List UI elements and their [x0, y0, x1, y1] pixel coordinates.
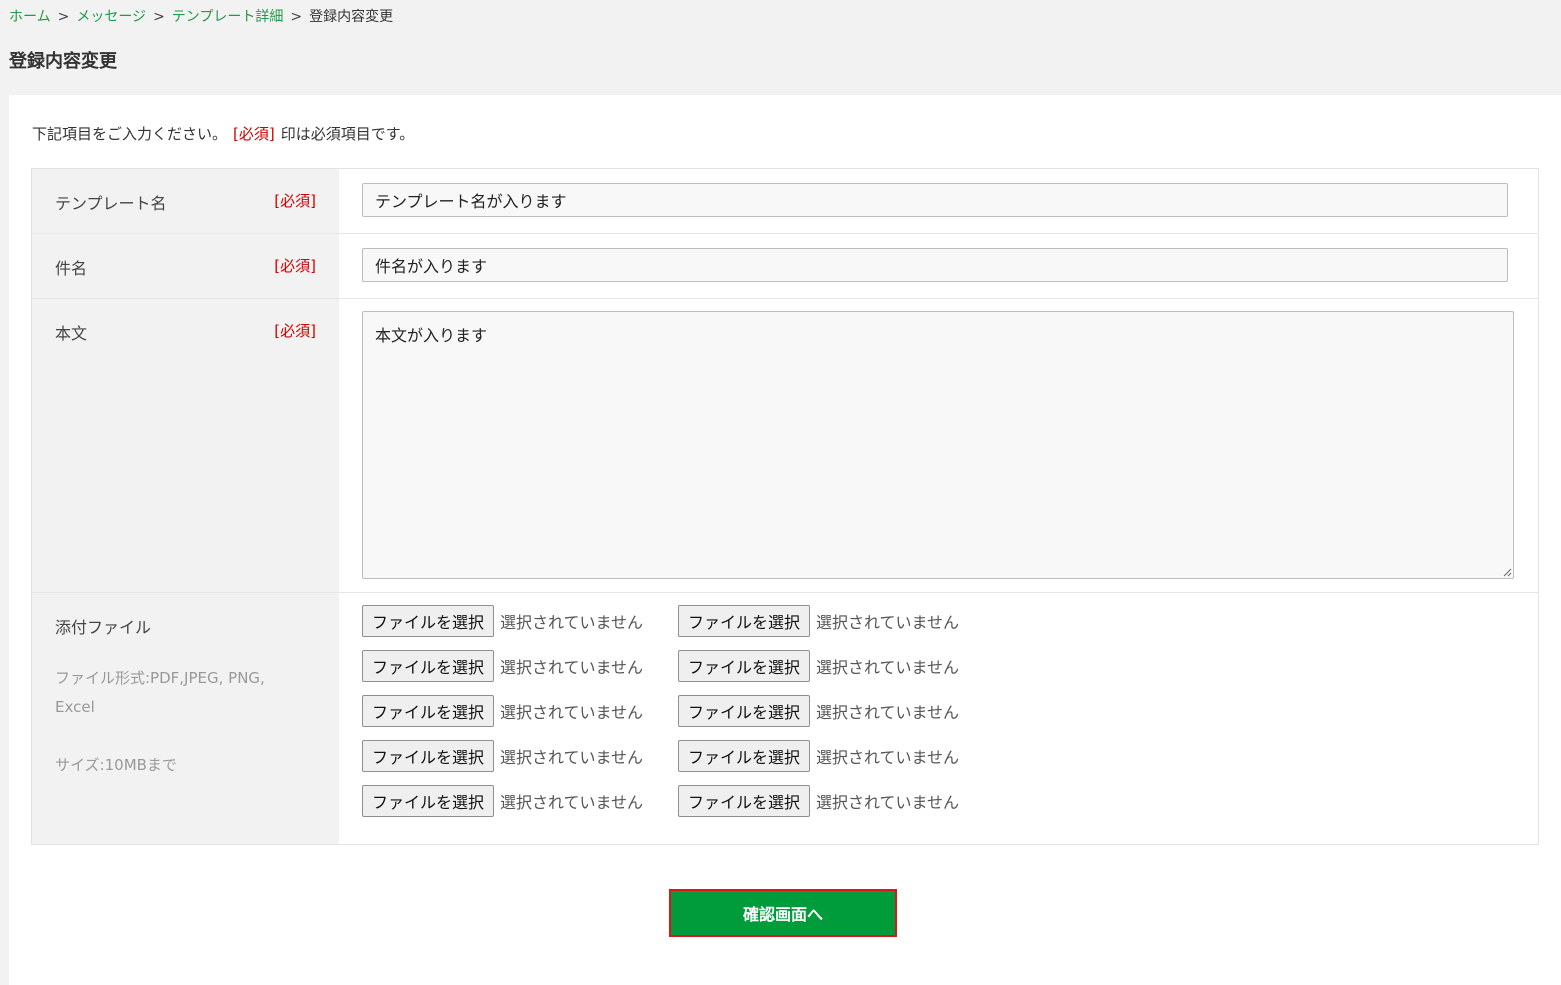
file-input: ファイルを選択 選択されていません: [362, 740, 678, 772]
template-name-input[interactable]: [362, 183, 1508, 217]
attachments-row: 添付ファイル ファイル形式:PDF,JPEG, PNG, Excel サイズ:1…: [32, 593, 1538, 844]
file-input: ファイルを選択 選択されていません: [362, 650, 678, 682]
choose-file-button[interactable]: ファイルを選択: [362, 740, 495, 772]
page-title: 登録内容変更: [9, 51, 117, 72]
choose-file-button[interactable]: ファイルを選択: [678, 740, 811, 772]
breadcrumb-separator: >: [57, 9, 70, 25]
file-status: 選択されていません: [500, 703, 644, 722]
required-badge: [必須]: [274, 322, 316, 340]
file-input-row: ファイルを選択 選択されていません ファイルを選択 選択されていません: [362, 650, 994, 695]
file-status: 選択されていません: [500, 658, 644, 677]
choose-file-button[interactable]: ファイルを選択: [362, 650, 495, 682]
form-table: テンプレート名 [必須] 件名 [必須] 本文 [必須] 本文が入ります: [31, 168, 1539, 845]
file-input: ファイルを選択 選択されていません: [678, 605, 994, 637]
attachments-formats-note: ファイル形式:PDF,JPEG, PNG, Excel: [55, 669, 265, 716]
body-textarea[interactable]: 本文が入ります: [362, 311, 1514, 579]
choose-file-button[interactable]: ファイルを選択: [362, 605, 495, 637]
instructions-suffix: 印は必須項目です。: [280, 125, 415, 143]
confirm-button[interactable]: 確認画面へ: [669, 889, 897, 937]
file-input: ファイルを選択 選択されていません: [678, 650, 994, 682]
breadcrumb: ホーム > メッセージ > テンプレート詳細 > 登録内容変更: [9, 8, 393, 26]
file-input: ファイルを選択 選択されていません: [362, 605, 678, 637]
file-input-row: ファイルを選択 選択されていません ファイルを選択 選択されていません: [362, 605, 994, 650]
template-name-label: テンプレート名: [55, 194, 167, 213]
file-status: 選択されていません: [816, 703, 960, 722]
breadcrumb-home-link[interactable]: ホーム: [9, 9, 51, 25]
file-input: ファイルを選択 選択されていません: [362, 785, 678, 817]
attachments-cell: ファイルを選択 選択されていません ファイルを選択 選択されていません ファイルを選…: [339, 593, 1538, 844]
attachments-header: 添付ファイル ファイル形式:PDF,JPEG, PNG, Excel サイズ:1…: [32, 593, 339, 844]
attachments-size-note: サイズ:10MBまで: [55, 756, 177, 774]
file-status: 選択されていません: [500, 748, 644, 767]
body-header: 本文 [必須]: [32, 299, 339, 592]
file-status: 選択されていません: [500, 793, 644, 812]
template-name-row: テンプレート名 [必須]: [32, 169, 1538, 234]
body-label: 本文: [55, 324, 88, 343]
form-panel: 下記項目をご入力ください。 [必須] 印は必須項目です。 テンプレート名 [必須] …: [9, 95, 1561, 985]
body-cell: 本文が入ります: [339, 299, 1538, 592]
file-input-row: ファイルを選択 選択されていません ファイルを選択 選択されていません: [362, 740, 994, 785]
subject-header: 件名 [必須]: [32, 234, 339, 298]
required-badge: [必須]: [274, 257, 316, 275]
file-input-row: ファイルを選択 選択されていません ファイルを選択 選択されていません: [362, 785, 994, 830]
choose-file-button[interactable]: ファイルを選択: [678, 650, 811, 682]
file-status: 選択されていません: [816, 658, 960, 677]
breadcrumb-current: 登録内容変更: [309, 9, 394, 25]
instructions-text: 下記項目をご入力ください。: [32, 125, 228, 143]
file-input-grid: ファイルを選択 選択されていません ファイルを選択 選択されていません ファイルを選…: [362, 605, 994, 830]
template-name-header: テンプレート名 [必須]: [32, 169, 339, 233]
resize-handle-icon[interactable]: [1503, 568, 1512, 577]
choose-file-button[interactable]: ファイルを選択: [678, 695, 811, 727]
file-status: 選択されていません: [816, 793, 960, 812]
subject-cell: [339, 234, 1538, 298]
subject-label: 件名: [55, 259, 88, 278]
subject-row: 件名 [必須]: [32, 234, 1538, 299]
form-instructions: 下記項目をご入力ください。 [必須] 印は必須項目です。: [32, 123, 414, 144]
file-input: ファイルを選択 選択されていません: [678, 695, 994, 727]
required-mark: [必須]: [233, 125, 275, 143]
file-input: ファイルを選択 選択されていません: [678, 785, 994, 817]
template-name-cell: [339, 169, 1538, 233]
choose-file-button[interactable]: ファイルを選択: [678, 605, 811, 637]
attachments-label: 添付ファイル: [55, 618, 152, 637]
choose-file-button[interactable]: ファイルを選択: [362, 695, 495, 727]
file-input-row: ファイルを選択 選択されていません ファイルを選択 選択されていません: [362, 695, 994, 740]
body-row: 本文 [必須] 本文が入ります: [32, 299, 1538, 593]
required-badge: [必須]: [274, 192, 316, 210]
choose-file-button[interactable]: ファイルを選択: [678, 785, 811, 817]
breadcrumb-messages-link[interactable]: メッセージ: [76, 9, 146, 25]
file-status: 選択されていません: [816, 613, 960, 632]
file-input: ファイルを選択 選択されていません: [362, 695, 678, 727]
file-status: 選択されていません: [816, 748, 960, 767]
file-status: 選択されていません: [500, 613, 644, 632]
breadcrumb-separator: >: [290, 9, 303, 25]
breadcrumb-template-detail-link[interactable]: テンプレート詳細: [172, 9, 284, 25]
file-input: ファイルを選択 選択されていません: [678, 740, 994, 772]
subject-input[interactable]: [362, 248, 1508, 282]
choose-file-button[interactable]: ファイルを選択: [362, 785, 495, 817]
breadcrumb-separator: >: [153, 9, 165, 25]
